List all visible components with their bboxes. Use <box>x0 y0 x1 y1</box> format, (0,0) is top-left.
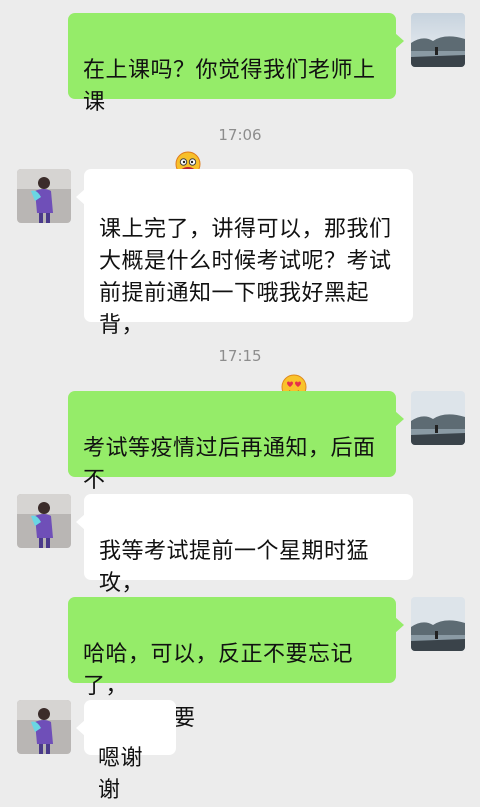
my-avatar[interactable] <box>411 597 465 651</box>
contact-avatar[interactable] <box>17 494 71 548</box>
person-avatar-icon <box>17 494 71 548</box>
message-text: 嗯谢谢 <box>98 746 144 803</box>
timestamp: 17:06 <box>218 126 262 144</box>
message-bubble-received[interactable]: 嗯谢谢 <box>76 700 176 803</box>
landscape-avatar-icon <box>411 391 465 445</box>
my-avatar[interactable] <box>411 13 465 67</box>
message-bubble-received[interactable]: 我等考试提前一个星期时猛攻， 怕忘了 <box>76 494 413 628</box>
person-avatar-icon <box>17 169 71 223</box>
chat-window: 在上课吗？你觉得我们老师上课 怎么样啊 <box>0 0 480 803</box>
message-bubble-sent[interactable]: 哈哈，可以，反正不要忘记了， 复习很重要 <box>68 597 404 731</box>
my-avatar[interactable] <box>411 391 465 445</box>
timestamp: 17:15 <box>218 347 262 365</box>
landscape-avatar-icon <box>411 13 465 67</box>
landscape-avatar-icon <box>411 597 465 651</box>
message-bubble-sent[interactable]: 考试等疫情过后再通知，后面不 上课了，也要记得多复习哦 <box>68 391 404 525</box>
message-bubble-sent[interactable]: 在上课吗？你觉得我们老师上课 怎么样啊 <box>68 13 404 200</box>
contact-avatar[interactable] <box>17 700 71 754</box>
person-avatar-icon <box>17 700 71 754</box>
contact-avatar[interactable] <box>17 169 71 223</box>
message-bubble-received[interactable]: 课上完了，讲得可以，那我们 大概是什么时候考试呢？考试 前提前通知一下哦我好黑起… <box>76 169 413 423</box>
